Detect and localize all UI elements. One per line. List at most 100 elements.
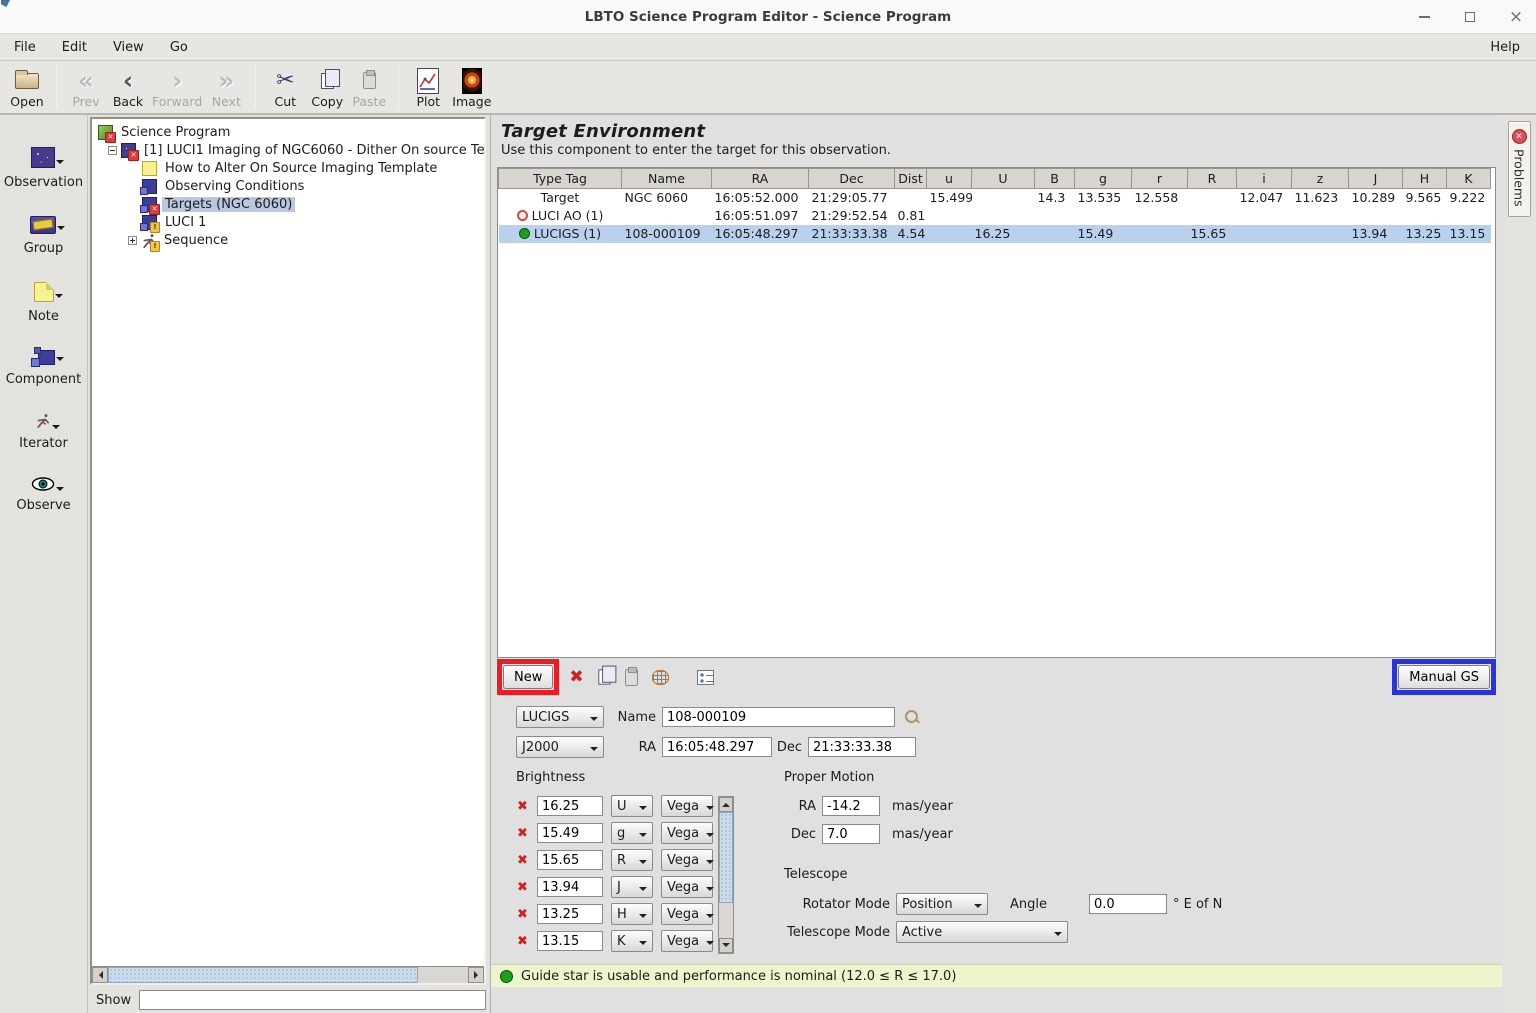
- magnitude-system-select[interactable]: Vega: [661, 795, 713, 817]
- column-header-u[interactable]: U: [972, 169, 1035, 189]
- brightness-value-input[interactable]: [537, 877, 603, 897]
- scrollbar-thumb[interactable]: [108, 967, 418, 983]
- remove-brightness-icon[interactable]: ✖: [516, 908, 529, 921]
- tree-item[interactable]: Targets (NGC 6060): [94, 195, 484, 213]
- magnitude-system-select[interactable]: Vega: [661, 930, 713, 952]
- scroll-right-icon[interactable]: [468, 967, 484, 983]
- column-header-z[interactable]: z: [1292, 169, 1349, 189]
- paste-target-icon[interactable]: [625, 669, 638, 686]
- open-button[interactable]: Open: [6, 67, 48, 109]
- band-select[interactable]: K: [611, 930, 653, 952]
- band-select[interactable]: R: [611, 849, 653, 871]
- catalog-grid-icon[interactable]: [652, 670, 669, 685]
- brightness-value-input[interactable]: [537, 850, 603, 870]
- remove-brightness-icon[interactable]: ✖: [516, 827, 529, 840]
- menu-edit[interactable]: Edit: [62, 40, 87, 55]
- scrollbar-thumb[interactable]: [719, 812, 733, 903]
- search-icon[interactable]: [905, 710, 920, 725]
- menu-file[interactable]: File: [14, 40, 36, 55]
- sidebar-item-observation[interactable]: Observation: [4, 147, 83, 190]
- column-header-g[interactable]: g: [1075, 169, 1132, 189]
- brightness-scrollbar[interactable]: [718, 796, 734, 954]
- minimize-button[interactable]: [1416, 9, 1432, 25]
- scroll-down-icon[interactable]: [719, 938, 733, 953]
- menu-view[interactable]: View: [113, 40, 144, 55]
- band-select[interactable]: J: [611, 876, 653, 898]
- close-button[interactable]: ×: [1508, 9, 1524, 25]
- column-header-h[interactable]: H: [1403, 169, 1447, 189]
- remove-brightness-icon[interactable]: ✖: [516, 854, 529, 867]
- manual-gs-button[interactable]: Manual GS: [1398, 665, 1490, 689]
- target-details-icon[interactable]: [697, 670, 714, 685]
- target-type-select[interactable]: LUCIGS: [516, 706, 604, 728]
- tree-item[interactable]: Science Program: [94, 123, 484, 141]
- scroll-left-icon[interactable]: [92, 967, 108, 983]
- remove-brightness-icon[interactable]: ✖: [516, 881, 529, 894]
- sidebar-item-group[interactable]: Group: [24, 216, 64, 256]
- coord-system-select[interactable]: J2000: [516, 736, 604, 758]
- scroll-up-icon[interactable]: [719, 797, 733, 812]
- telescope-mode-select[interactable]: Active: [896, 921, 1068, 943]
- expand-icon[interactable]: [128, 236, 137, 245]
- magnitude-system-select[interactable]: Vega: [661, 903, 713, 925]
- image-button[interactable]: Image: [449, 67, 494, 109]
- remove-brightness-icon[interactable]: ✖: [516, 935, 529, 948]
- rotator-mode-select[interactable]: Position: [896, 893, 988, 915]
- maximize-button[interactable]: [1462, 9, 1478, 25]
- magnitude-system-select[interactable]: Vega: [661, 849, 713, 871]
- sidebar-item-iterator[interactable]: Iterator: [19, 413, 68, 451]
- show-input[interactable]: [139, 990, 486, 1010]
- column-header-r[interactable]: r: [1132, 169, 1188, 189]
- ra-input[interactable]: [662, 737, 772, 757]
- sidebar-item-component[interactable]: Component: [6, 350, 81, 387]
- brightness-value-input[interactable]: [537, 931, 603, 951]
- copy-button[interactable]: Copy: [306, 67, 348, 109]
- tree-item[interactable]: LUCI 1: [94, 213, 484, 231]
- table-row[interactable]: TargetNGC 606016:05:52.00021:29:05.7715.…: [499, 189, 1491, 207]
- column-header-ra[interactable]: RA: [712, 169, 809, 189]
- magnitude-system-select[interactable]: Vega: [661, 822, 713, 844]
- table-row[interactable]: LUCIGS (1)108-00010916:05:48.29721:33:33…: [499, 225, 1491, 243]
- delete-target-icon[interactable]: ✖: [569, 669, 583, 686]
- pm-dec-input[interactable]: [822, 824, 880, 844]
- new-target-button[interactable]: New: [503, 665, 553, 689]
- band-select[interactable]: H: [611, 903, 653, 925]
- tree-item[interactable]: [1] LUCI1 Imaging of NGC6060 - Dither On…: [94, 141, 484, 159]
- tree-horizontal-scrollbar[interactable]: [92, 966, 484, 983]
- band-select[interactable]: g: [611, 822, 653, 844]
- tree-item[interactable]: How to Alter On Source Imaging Template: [94, 159, 484, 177]
- sidebar-item-observe[interactable]: Observe: [16, 477, 70, 513]
- brightness-value-input[interactable]: [537, 823, 603, 843]
- angle-input[interactable]: [1089, 894, 1167, 914]
- column-header-dist[interactable]: Dist: [895, 169, 927, 189]
- menu-help[interactable]: Help: [1490, 40, 1520, 55]
- column-header-i[interactable]: i: [1237, 169, 1292, 189]
- brightness-value-input[interactable]: [537, 904, 603, 924]
- column-header-b[interactable]: B: [1035, 169, 1075, 189]
- tree-item[interactable]: Observing Conditions: [94, 177, 484, 195]
- pm-ra-input[interactable]: [822, 796, 880, 816]
- brightness-value-input[interactable]: [537, 796, 603, 816]
- column-header-dec[interactable]: Dec: [809, 169, 895, 189]
- column-header-j[interactable]: J: [1349, 169, 1403, 189]
- back-button[interactable]: ‹Back: [107, 67, 149, 109]
- copy-target-icon[interactable]: [598, 669, 610, 684]
- cut-button[interactable]: ✂Cut: [264, 67, 306, 109]
- column-header-type-tag[interactable]: Type Tag: [499, 169, 622, 189]
- magnitude-system-select[interactable]: Vega: [661, 876, 713, 898]
- column-header-name[interactable]: Name: [622, 169, 712, 189]
- column-header-k[interactable]: K: [1447, 169, 1491, 189]
- tab-problems[interactable]: ✕ Problems: [1508, 121, 1531, 217]
- column-header-r[interactable]: R: [1188, 169, 1237, 189]
- collapse-icon[interactable]: [108, 146, 117, 155]
- column-header-u[interactable]: u: [927, 169, 972, 189]
- plot-button[interactable]: Plot: [407, 67, 449, 109]
- name-input[interactable]: [662, 707, 895, 727]
- table-row[interactable]: LUCI AO (1)16:05:51.09721:29:52.540.81: [499, 207, 1491, 225]
- tree-item[interactable]: Sequence: [94, 231, 484, 249]
- band-select[interactable]: U: [611, 795, 653, 817]
- menu-go[interactable]: Go: [170, 40, 188, 55]
- dec-input[interactable]: [808, 737, 916, 757]
- sidebar-item-note[interactable]: Note: [28, 282, 59, 324]
- remove-brightness-icon[interactable]: ✖: [516, 800, 529, 813]
